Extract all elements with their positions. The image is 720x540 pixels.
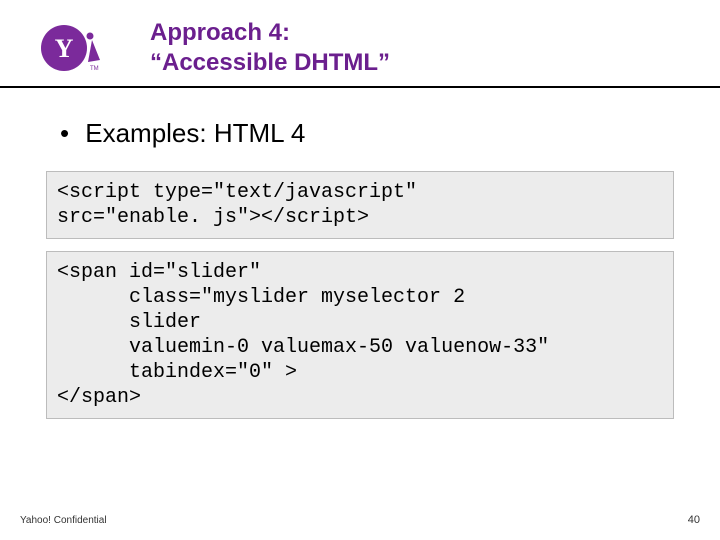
svg-text:Y: Y	[55, 34, 74, 63]
svg-text:TM: TM	[90, 66, 99, 72]
yahoo-logo: Y TM	[20, 18, 130, 78]
content: • Examples: HTML 4 <script type="text/ja…	[0, 88, 720, 419]
title-line-1: Approach 4:	[150, 18, 390, 48]
bullet-dot-icon: •	[60, 118, 78, 149]
bullet-examples: • Examples: HTML 4	[60, 118, 680, 149]
title-line-2: “Accessible DHTML”	[150, 48, 390, 78]
bullet-label: Examples: HTML 4	[85, 118, 305, 148]
title-block: Approach 4: “Accessible DHTML”	[150, 18, 390, 78]
code-block-2: <span id="slider" class="myslider mysele…	[46, 251, 674, 419]
code-block-1: <script type="text/javascript" src="enab…	[46, 171, 674, 239]
footer-confidential: Yahoo! Confidential	[20, 515, 107, 526]
header: Y TM Approach 4: “Accessible DHTML”	[0, 0, 720, 88]
page-number: 40	[688, 514, 700, 526]
